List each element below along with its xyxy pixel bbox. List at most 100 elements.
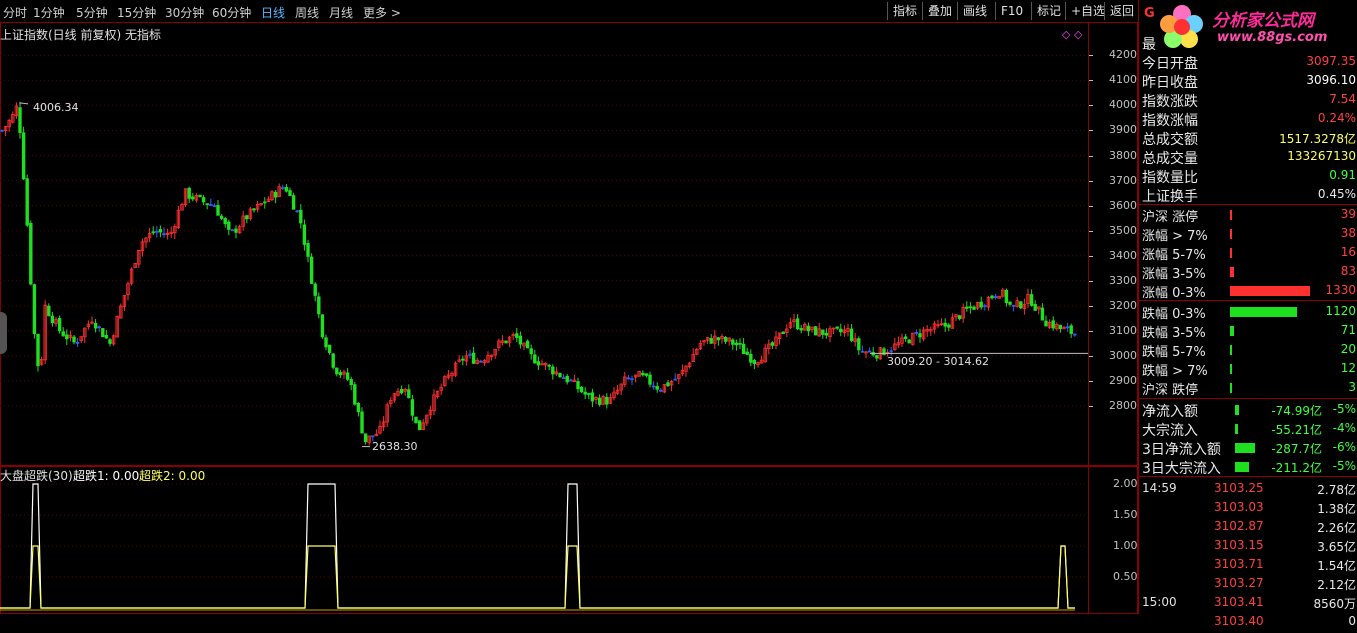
candle-body xyxy=(1029,294,1034,306)
rise-bar xyxy=(1230,267,1234,277)
candle-body xyxy=(558,372,562,378)
candle-body xyxy=(1008,301,1012,305)
candle-body xyxy=(327,344,332,353)
candle-body xyxy=(263,201,267,204)
fall-row: 跌幅 > 7% 12 xyxy=(1139,359,1357,379)
candle-body xyxy=(198,194,202,198)
period-tab[interactable]: 日线 xyxy=(261,4,285,21)
candle-body xyxy=(151,231,155,234)
candle-body xyxy=(943,322,947,327)
quote-label: 昨日收盘 xyxy=(1142,75,1198,91)
candle-body xyxy=(824,332,829,336)
tick-time: 14:59 xyxy=(1142,481,1177,495)
tick-price: 3103.27 xyxy=(1214,576,1264,590)
period-tab[interactable]: 1分钟 xyxy=(33,4,65,21)
fall-bar xyxy=(1230,364,1232,374)
candle-body xyxy=(162,233,166,235)
quote-value: 0.45% xyxy=(1317,187,1356,201)
fall-row: 跌幅 5-7% 20 xyxy=(1139,340,1357,360)
candle-body xyxy=(529,348,533,355)
rise-label: 涨幅 5-7% xyxy=(1142,248,1206,263)
candle-body xyxy=(605,396,609,405)
flow-pct: -4% xyxy=(1332,421,1356,435)
tick-price: 3103.03 xyxy=(1214,500,1264,514)
quote-value: 1517.3278亿 xyxy=(1279,132,1356,146)
candle-body xyxy=(353,384,357,405)
period-tab[interactable]: 周线 xyxy=(295,4,319,21)
fall-label: 跌幅 3-5% xyxy=(1142,326,1206,341)
candle-body xyxy=(1051,320,1055,329)
flow-value: -55.21亿 xyxy=(1271,423,1322,437)
line-chaodie1 xyxy=(0,483,1075,609)
toolbar-button[interactable]: 画线 xyxy=(957,2,992,20)
toolbar-button[interactable]: 标记 xyxy=(1031,2,1066,20)
candle-body xyxy=(291,195,296,210)
candle-body xyxy=(741,343,746,355)
candle-body xyxy=(417,420,422,431)
period-tab[interactable]: 60分钟 xyxy=(212,4,251,21)
period-tab[interactable]: 月线 xyxy=(329,4,353,21)
quote-row: 最 xyxy=(1139,33,1357,53)
candle-body xyxy=(407,389,411,399)
candle-body xyxy=(309,256,314,284)
candle-body xyxy=(547,364,551,367)
indicator-tick: 1.50 xyxy=(1113,508,1138,521)
quote-label: 今日开盘 xyxy=(1142,56,1198,72)
period-tab[interactable]: 30分钟 xyxy=(165,4,204,21)
rise-row: 涨幅 0-3% 1330 xyxy=(1139,281,1357,301)
candle-body xyxy=(216,205,220,216)
flow-value: -287.7亿 xyxy=(1271,442,1322,456)
period-tab[interactable]: 15分钟 xyxy=(117,4,156,21)
tick-row: 3102.87 2.26亿 xyxy=(1139,519,1357,538)
rise-bar xyxy=(1230,229,1232,239)
indicator-chart[interactable] xyxy=(0,466,1138,614)
tick-price: 3103.40 xyxy=(1214,614,1264,628)
flow-label: 3日大宗流入 xyxy=(1142,461,1221,477)
toolbar-button[interactable]: F10 xyxy=(995,2,1028,20)
candle-body xyxy=(903,336,908,339)
flow-row: 3日净流入额 -287.7亿 -6% xyxy=(1139,438,1357,458)
candle-body xyxy=(324,337,328,348)
high-pointer xyxy=(19,102,29,105)
candle-body xyxy=(738,342,742,345)
tick-row: 3103.15 3.65亿 xyxy=(1139,538,1357,557)
candle-body xyxy=(101,328,105,338)
candle-body xyxy=(536,361,541,366)
price-tick: 4000 xyxy=(1109,98,1137,112)
scroll-left-handle[interactable] xyxy=(0,312,7,354)
fall-count: 71 xyxy=(1340,323,1356,337)
period-tab[interactable]: 5分钟 xyxy=(76,4,108,21)
quote-label: 上证换手 xyxy=(1142,189,1198,205)
diamond-marker-icon: ◇ ◇ xyxy=(1062,28,1083,41)
toolbar-button[interactable]: 返回 xyxy=(1104,2,1139,20)
candle-body xyxy=(734,342,739,346)
period-tab[interactable]: 更多 > xyxy=(363,4,401,21)
rise-label: 沪深 涨停 xyxy=(1142,210,1199,225)
candle-body xyxy=(795,318,800,330)
candle-body xyxy=(349,379,353,386)
candle-body xyxy=(0,129,4,132)
fall-count: 20 xyxy=(1340,342,1356,356)
toolbar-button[interactable]: 叠加 xyxy=(922,2,957,20)
price-tick: 3400 xyxy=(1109,248,1137,262)
candle-body xyxy=(1040,307,1045,321)
period-tab[interactable]: 分时 xyxy=(3,4,27,21)
tick-time: 15:00 xyxy=(1142,595,1177,609)
quote-row: 今日开盘 3097.35 xyxy=(1139,52,1357,72)
tick-row: 14:59 3103.25 2.78亿 xyxy=(1139,481,1357,500)
candle-body xyxy=(655,386,659,390)
quote-value: 133267130 xyxy=(1287,149,1356,163)
candle-body xyxy=(957,315,962,320)
candle-body xyxy=(363,433,368,443)
flow-label: 3日净流入额 xyxy=(1142,442,1221,458)
candlestick-chart[interactable] xyxy=(0,22,1138,466)
toolbar-button[interactable]: 指标 xyxy=(887,2,922,20)
rise-bar xyxy=(1230,210,1232,220)
quote-value: 0.91 xyxy=(1329,168,1356,182)
candle-body xyxy=(806,325,811,332)
candle-body xyxy=(551,366,555,375)
candle-body xyxy=(234,228,238,233)
candle-body xyxy=(302,224,307,245)
candle-body xyxy=(65,334,69,340)
price-tick: 3900 xyxy=(1109,123,1137,137)
